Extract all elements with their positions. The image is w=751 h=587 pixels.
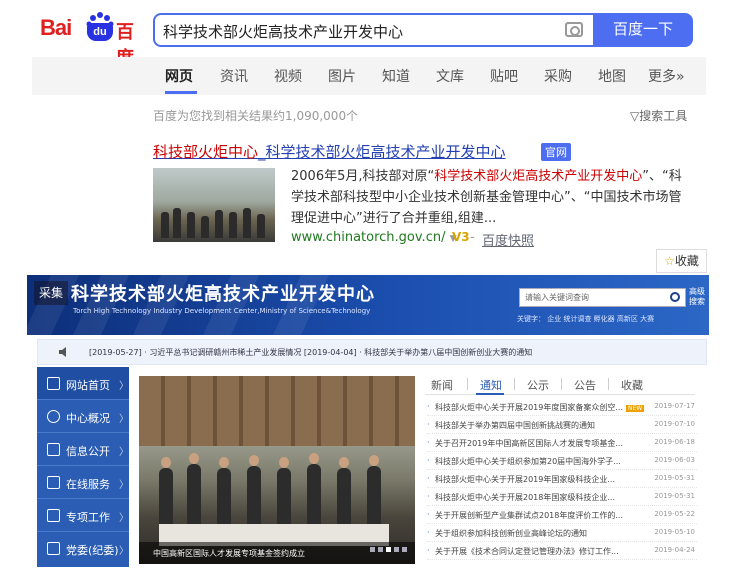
tab-video[interactable]: 视频 [274, 66, 302, 86]
nav-disclosure[interactable]: 信息公开〉 [37, 433, 129, 466]
nav-special-work[interactable]: 专项工作〉 [37, 499, 129, 532]
news-item[interactable]: · 关于开展创新型产业集群试点2018年度评价工作的... 2019-05-22 [427, 510, 697, 524]
search-tools-label: 搜索工具 [639, 109, 688, 123]
result-url[interactable]: www.chinatorch.gov.cn/ ▼ [291, 230, 457, 245]
tab-site-announcement[interactable]: 公告 [574, 377, 596, 393]
collect-label: 收藏 [674, 254, 699, 268]
monitor-icon [47, 476, 60, 489]
chevron-right-icon: 〉 [119, 447, 129, 458]
tab-wenku[interactable]: 文库 [436, 66, 464, 86]
news-item[interactable]: · 关于组织参加科技创新创业高峰论坛的通知 2019-05-10 [427, 528, 697, 542]
edit-icon [47, 509, 60, 522]
site-title: 科学技术部火炬高技术产业开发中心 [71, 284, 375, 305]
tab-zhidao[interactable]: 知道 [382, 66, 410, 86]
filter-icon: ▽ [630, 109, 640, 123]
search-button[interactable]: 百度一下 [593, 13, 693, 47]
news-photo[interactable]: 中国高新区国际人才发展专项基金签约成立 [139, 376, 415, 564]
active-news-tab-underline [476, 393, 504, 395]
search-icon[interactable] [670, 292, 680, 302]
flag-icon [47, 542, 60, 555]
result-title-rest: _科学技术部火炬高技术产业开发中心 [258, 143, 506, 161]
site-subtitle: Torch High Technology Industry Developme… [73, 307, 371, 315]
site-search-placeholder: 请输入关键词查询 [525, 293, 589, 302]
speaker-icon [59, 347, 66, 357]
news-item[interactable]: · 科技部火炬中心关于开展2018年国家级科技企业... 2019-05-31 [427, 492, 697, 506]
v3-badge[interactable]: V3 [452, 230, 470, 244]
tab-purchase[interactable]: 采购 [544, 66, 572, 86]
nav-online-service[interactable]: 在线服务〉 [37, 466, 129, 499]
chevron-right-icon: 〉 [119, 414, 129, 425]
notice-bar: [2019-05-27] · 习近平总书记调研赣州市稀土产业发展情况 [2019… [37, 339, 707, 365]
chevron-right-icon: 〉 [119, 546, 129, 557]
search-query: 科学技术部火炬高技术产业开发中心 [163, 23, 404, 41]
document-icon [47, 443, 60, 456]
tab-web[interactable]: 网页 [165, 66, 193, 86]
nav-party[interactable]: 党委(纪委) 〉 [37, 532, 129, 565]
search-input[interactable]: 科学技术部火炬高技术产业开发中心 [153, 13, 593, 47]
news-item[interactable]: · 关于召开2019年中国高新区国际人才发展专项基金... 2019-06-18 [427, 438, 697, 452]
search-tools[interactable]: ▽搜索工具 [630, 107, 687, 124]
snapshot-link[interactable]: 百度快照 [482, 230, 534, 249]
tab-site-notice[interactable]: 通知 [480, 377, 502, 393]
hot-keywords[interactable]: 关键字： 企业 统计调查 孵化器 高新区 大赛 [517, 314, 654, 324]
result-title-link[interactable]: 科技部火炬中心_科学技术部火炬高技术产业开发中心 [153, 141, 506, 162]
layers-icon [47, 410, 60, 423]
home-icon [47, 377, 60, 390]
chevron-right-icon: 〉 [119, 381, 129, 392]
nav-home[interactable]: 网站首页〉 [37, 367, 129, 400]
news-item[interactable]: · 科技部火炬中心关于开展2019年度国家备案众创空... NEW 2019-07-1… [427, 402, 697, 416]
news-tabs-divider [425, 394, 695, 395]
notice-text[interactable]: [2019-05-27] · 习近平总书记调研赣州市稀土产业发展情况 [2019… [89, 347, 532, 358]
result-stats: 百度为您找到相关结果约1,090,000个 [153, 109, 359, 123]
baidu-logo[interactable]: Bai du 百度 [40, 9, 145, 69]
advanced-search-link[interactable]: 高级 搜索 [689, 287, 705, 307]
tab-site-favorites[interactable]: 收藏 [621, 377, 643, 393]
site-search-input[interactable]: 请输入关键词查询 [519, 288, 686, 307]
new-badge: NEW [626, 405, 645, 412]
tab-site-publicity[interactable]: 公示 [527, 377, 549, 393]
result-snippet: 2006年5月,科技部对原“科学技术部火炬高技术产业开发中心”、“科学技术部科技… [291, 169, 682, 226]
nav-overview[interactable]: 中心概况〉 [37, 400, 129, 433]
logo-text: Bai [40, 15, 72, 40]
chevron-right-icon: 〉 [119, 513, 129, 524]
news-item[interactable]: · 科技部火炬中心关于组织参加第20届中国海外学子... 2019-06-03 [427, 456, 697, 470]
official-badge[interactable]: 官网 [541, 143, 571, 161]
tab-images[interactable]: 图片 [328, 66, 356, 86]
chevron-right-icon: 〉 [119, 480, 129, 491]
logo-du: du [87, 23, 113, 41]
camera-icon[interactable] [565, 22, 583, 37]
tab-news[interactable]: 资讯 [220, 66, 248, 86]
news-item[interactable]: · 科技部关于举办第四届中国创新挑战赛的通知 2019-07-10 [427, 420, 697, 434]
news-item[interactable]: · 科技部火炬中心关于开展2019年国家级科技企业... 2019-05-31 [427, 474, 697, 488]
tab-site-news[interactable]: 新闻 [431, 377, 453, 393]
separator: - [470, 230, 475, 245]
tab-map[interactable]: 地图 [598, 66, 626, 86]
carousel-dots[interactable] [367, 537, 407, 556]
collect-button[interactable]: ☆收藏 [656, 249, 707, 273]
collect-tag[interactable]: 采集 [34, 281, 68, 305]
active-tab-underline [165, 91, 197, 94]
news-item[interactable]: · 关于开展《技术合同认定登记管理办法》修订工作... 2019-04-24 [427, 546, 697, 560]
star-icon: ☆ [664, 254, 675, 268]
result-thumbnail[interactable] [153, 168, 275, 242]
site-sidebar: 网站首页〉 中心概况〉 信息公开〉 在线服务〉 专项工作〉 党委(纪委) 〉 [37, 367, 129, 567]
result-url-text: www.chinatorch.gov.cn/ [291, 230, 446, 245]
result-title-highlight: 科技部火炬中心 [153, 143, 259, 161]
tab-tieba[interactable]: 贴吧 [490, 66, 518, 86]
tab-more[interactable]: 更多» [648, 66, 685, 86]
